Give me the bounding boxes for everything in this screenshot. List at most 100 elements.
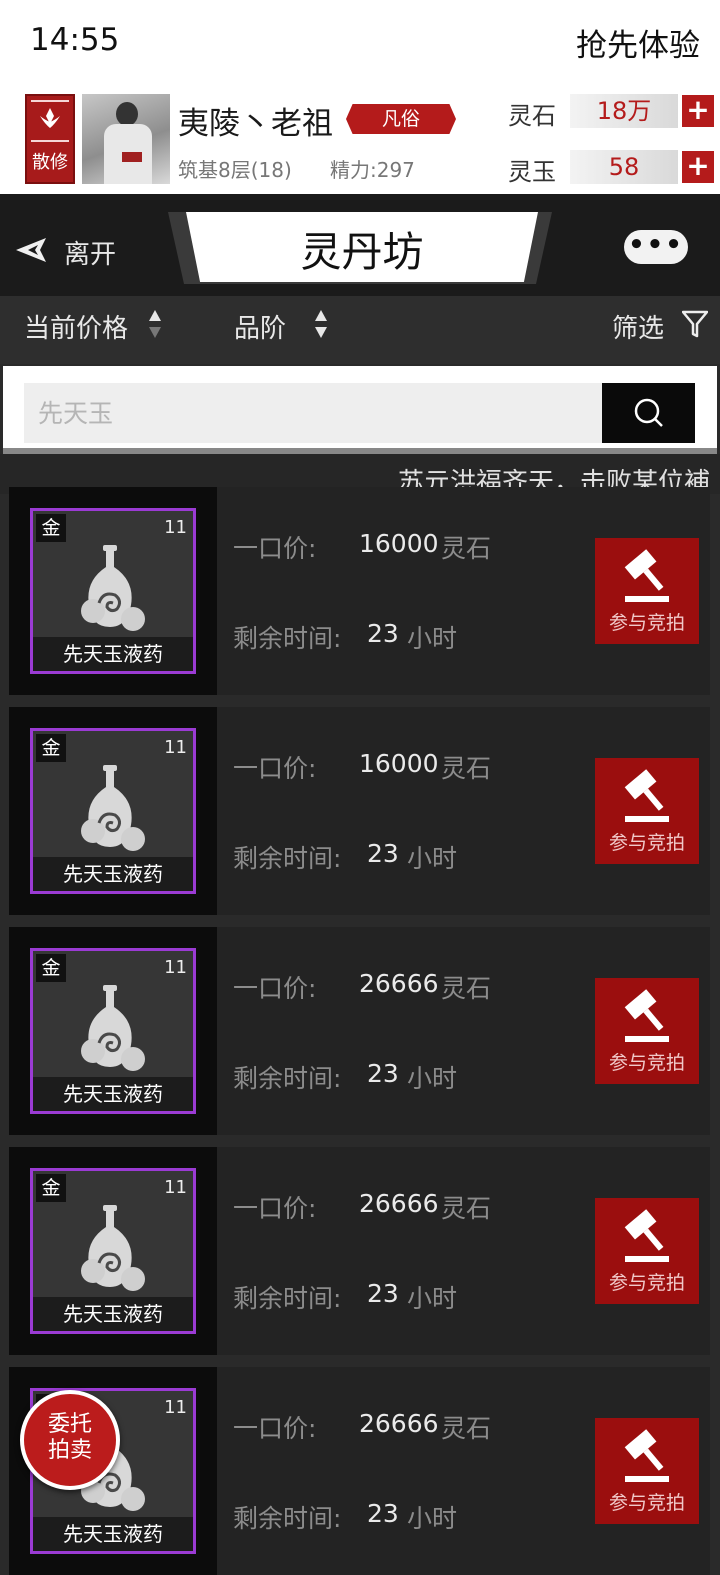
- join-bid-button[interactable]: 参与竞拍: [595, 538, 699, 644]
- potion-vase-icon: [81, 985, 145, 1071]
- item-frame: 金 11 先天玉液药: [30, 948, 196, 1114]
- item-grade-badge: 金: [36, 954, 66, 982]
- time-unit: 小时: [407, 844, 458, 873]
- item-thumbnail[interactable]: 金 11 先天玉液药: [9, 707, 217, 915]
- item-level: 11: [164, 1397, 187, 1418]
- search-button[interactable]: [602, 383, 695, 443]
- buyout-price: 26666: [359, 969, 439, 998]
- back-arrow-icon[interactable]: [14, 236, 48, 264]
- item-level: 11: [164, 737, 187, 758]
- item-name: 先天玉液药: [33, 1517, 193, 1551]
- potion-vase-icon: [81, 545, 145, 631]
- avatar[interactable]: [82, 94, 170, 184]
- item-name: 先天玉液药: [33, 857, 193, 891]
- search-input[interactable]: [24, 383, 602, 443]
- sort-by-price[interactable]: 当前价格: [24, 308, 128, 345]
- bid-label: 参与竞拍: [608, 1272, 685, 1294]
- buyout-price: 26666: [359, 1409, 439, 1438]
- list-item: 金 11 先天玉液药 一口价: 16000 灵石 剩余时间: 23 小时 参与竞拍: [9, 707, 710, 915]
- add-spirit-jade-button[interactable]: +: [682, 151, 714, 183]
- price-currency: 灵石: [441, 754, 492, 783]
- energy-value: 精力:297: [330, 158, 415, 182]
- buyout-label: 一口价:: [233, 754, 317, 783]
- gavel-icon: [624, 549, 669, 602]
- item-name: 先天玉液药: [33, 1297, 193, 1331]
- join-bid-button[interactable]: 参与竞拍: [595, 978, 699, 1084]
- price-currency: 灵石: [441, 1414, 492, 1443]
- time-unit: 小时: [407, 1504, 458, 1533]
- time-unit: 小时: [407, 624, 458, 653]
- time-remaining-value: 23: [367, 619, 399, 648]
- price-currency: 灵石: [441, 1194, 492, 1223]
- item-frame: 金 11 先天玉液药: [30, 728, 196, 894]
- gavel-icon: [624, 1429, 669, 1482]
- sort-by-grade[interactable]: 品阶: [234, 308, 286, 345]
- avatar-head: [116, 102, 138, 126]
- list-item: 金11先天玉液药一口价:26666灵石剩余时间:23小时参与竞拍: [9, 1367, 710, 1575]
- rank-badge: 凡俗: [346, 104, 456, 134]
- item-grade-badge: 金: [36, 514, 66, 542]
- item-level: 11: [164, 1177, 187, 1198]
- item-thumbnail[interactable]: 金 11 先天玉液药: [9, 1147, 217, 1355]
- add-spirit-stone-button[interactable]: +: [682, 95, 714, 127]
- bid-label: 参与竞拍: [608, 1052, 685, 1074]
- potion-vase-icon: [81, 1205, 145, 1291]
- funnel-icon[interactable]: [682, 310, 708, 338]
- consign-label: 委托 拍卖: [47, 1412, 92, 1463]
- time-remaining-value: 23: [367, 1499, 399, 1528]
- time-remaining-label: 剩余时间:: [233, 1284, 342, 1313]
- time-remaining-label: 剩余时间:: [233, 624, 342, 653]
- list-item: 金11先天玉液药一口价:26666灵石剩余时间:23小时参与竞拍: [9, 1147, 710, 1355]
- sect-label: 散修: [32, 152, 68, 173]
- join-bid-button[interactable]: 参与竞拍: [595, 1198, 699, 1304]
- item-thumbnail[interactable]: 金 11 先天玉液药: [9, 927, 217, 1135]
- sort-arrows-icon[interactable]: [314, 308, 328, 340]
- avatar-sash: [122, 152, 142, 162]
- time-remaining-label: 剩余时间:: [233, 844, 342, 873]
- player-profile-header: 散修 夷陵丶老祖 凡俗 筑基8层(18) 精力:297 灵石 18万 + 灵玉 …: [0, 82, 720, 194]
- gavel-icon: [624, 769, 669, 822]
- page-title: 灵丹坊: [300, 228, 424, 276]
- try-first-label[interactable]: 抢先体验: [576, 20, 700, 65]
- potion-vase-icon: [81, 765, 145, 851]
- buyout-label: 一口价:: [233, 1414, 317, 1443]
- cultivation-realm: 筑基8层(18): [178, 158, 292, 182]
- item-thumbnail[interactable]: 金 11 先天玉液药: [9, 487, 217, 695]
- price-currency: 灵石: [441, 534, 492, 563]
- item-frame: 金 11 先天玉液药: [30, 1168, 196, 1334]
- buyout-price: 16000: [359, 529, 439, 558]
- time-remaining-value: 23: [367, 1059, 399, 1088]
- join-bid-button[interactable]: 参与竞拍: [595, 1418, 699, 1524]
- buyout-price: 16000: [359, 749, 439, 778]
- search-icon: [634, 398, 663, 427]
- time-remaining-label: 剩余时间:: [233, 1504, 342, 1533]
- badge-line-top: [31, 100, 69, 102]
- item-name: 先天玉液药: [33, 637, 193, 671]
- list-item: 金 11 先天玉液药 一口价: 16000 灵石剩余时间: 23 小时 参与竞拍: [9, 487, 710, 695]
- filter-button[interactable]: 筛选: [612, 308, 664, 345]
- more-options-button[interactable]: •••: [624, 230, 688, 264]
- time-remaining-value: 23: [367, 839, 399, 868]
- status-time: 14:55: [30, 22, 120, 58]
- join-bid-button[interactable]: 参与竞拍: [595, 758, 699, 864]
- sect-badge[interactable]: 散修: [25, 94, 75, 184]
- time-remaining-value: 23: [367, 1279, 399, 1308]
- item-level: 11: [164, 517, 187, 538]
- bid-label: 参与竞拍: [608, 612, 685, 634]
- consign-auction-button[interactable]: 委托 拍卖: [20, 1390, 120, 1490]
- buyout-label: 一口价:: [233, 534, 317, 563]
- leave-button[interactable]: 离开: [64, 234, 116, 271]
- item-frame: 金 11 先天玉液药: [30, 508, 196, 674]
- buyout-label: 一口价:: [233, 974, 317, 1003]
- gavel-icon: [624, 1209, 669, 1262]
- bid-label: 参与竞拍: [608, 832, 685, 854]
- item-level: 11: [164, 957, 187, 978]
- buyout-label: 一口价:: [233, 1194, 317, 1223]
- spirit-jade-label: 灵玉: [508, 158, 556, 186]
- sort-arrows-icon[interactable]: [148, 308, 162, 340]
- price-currency: 灵石: [441, 974, 492, 1003]
- lotus-emblem-icon: [40, 108, 60, 128]
- spirit-jade-value: 58: [570, 150, 678, 184]
- spirit-stone-label: 灵石: [508, 102, 556, 130]
- list-item: 金11先天玉液药一口价:26666灵石剩余时间:23小时参与竞拍: [9, 927, 710, 1135]
